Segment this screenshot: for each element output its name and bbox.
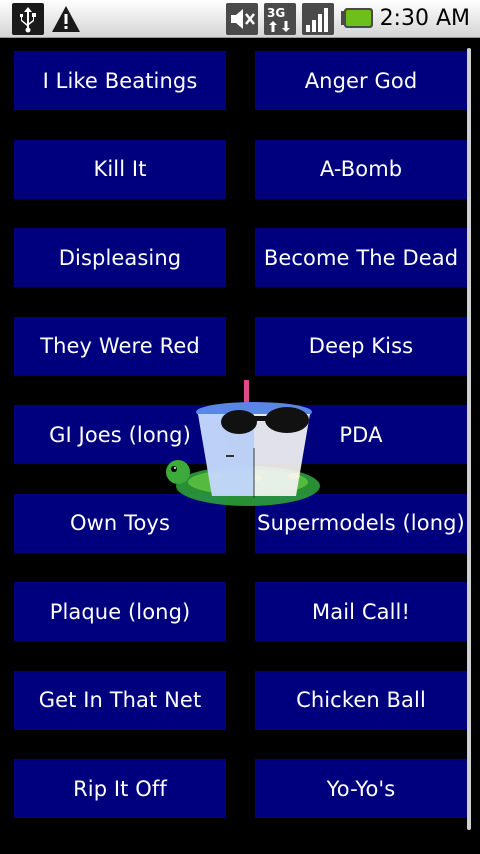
mute-icon bbox=[226, 3, 258, 35]
scrollbar[interactable] bbox=[467, 48, 471, 830]
svg-text:3G: 3G bbox=[267, 6, 285, 20]
sound-button-plaque-long[interactable]: Plaque (long) bbox=[14, 582, 226, 641]
3g-data-icon: 3G bbox=[264, 3, 296, 35]
sound-button-yo-yos[interactable]: Yo-Yo's bbox=[255, 759, 467, 818]
status-bar: 3G 2:30 AM bbox=[0, 0, 480, 38]
sound-button-mail-call[interactable]: Mail Call! bbox=[255, 582, 467, 641]
usb-icon bbox=[12, 3, 44, 35]
sound-button-gi-joes-long[interactable]: GI Joes (long) bbox=[14, 405, 226, 464]
soundboard-grid: I Like Beatings Anger God Kill It A-Bomb… bbox=[14, 51, 467, 818]
sound-button-become-the-dead[interactable]: Become The Dead bbox=[255, 228, 467, 287]
sound-button-anger-god[interactable]: Anger God bbox=[255, 51, 467, 110]
signal-icon bbox=[302, 3, 334, 35]
sound-button-chicken-ball[interactable]: Chicken Ball bbox=[255, 670, 467, 730]
sound-button-a-bomb[interactable]: A-Bomb bbox=[255, 139, 467, 199]
sound-button-get-in-that-net[interactable]: Get In That Net bbox=[14, 670, 226, 730]
warning-icon bbox=[52, 6, 80, 32]
soundboard-screen[interactable]: I Like Beatings Anger God Kill It A-Bomb… bbox=[0, 38, 480, 854]
sound-button-displeasing[interactable]: Displeasing bbox=[14, 228, 226, 287]
sound-button-they-were-red[interactable]: They Were Red bbox=[14, 316, 226, 376]
sound-button-i-like-beatings[interactable]: I Like Beatings bbox=[14, 51, 226, 110]
sound-button-kill-it[interactable]: Kill It bbox=[14, 139, 226, 199]
status-clock: 2:30 AM bbox=[379, 6, 470, 31]
sound-button-supermodels-long[interactable]: Supermodels (long) bbox=[255, 493, 467, 553]
sound-button-deep-kiss[interactable]: Deep Kiss bbox=[255, 316, 467, 376]
battery-icon bbox=[341, 8, 373, 28]
sound-button-pda[interactable]: PDA bbox=[255, 405, 467, 464]
sound-button-own-toys[interactable]: Own Toys bbox=[14, 493, 226, 553]
sound-button-rip-it-off[interactable]: Rip It Off bbox=[14, 759, 226, 818]
